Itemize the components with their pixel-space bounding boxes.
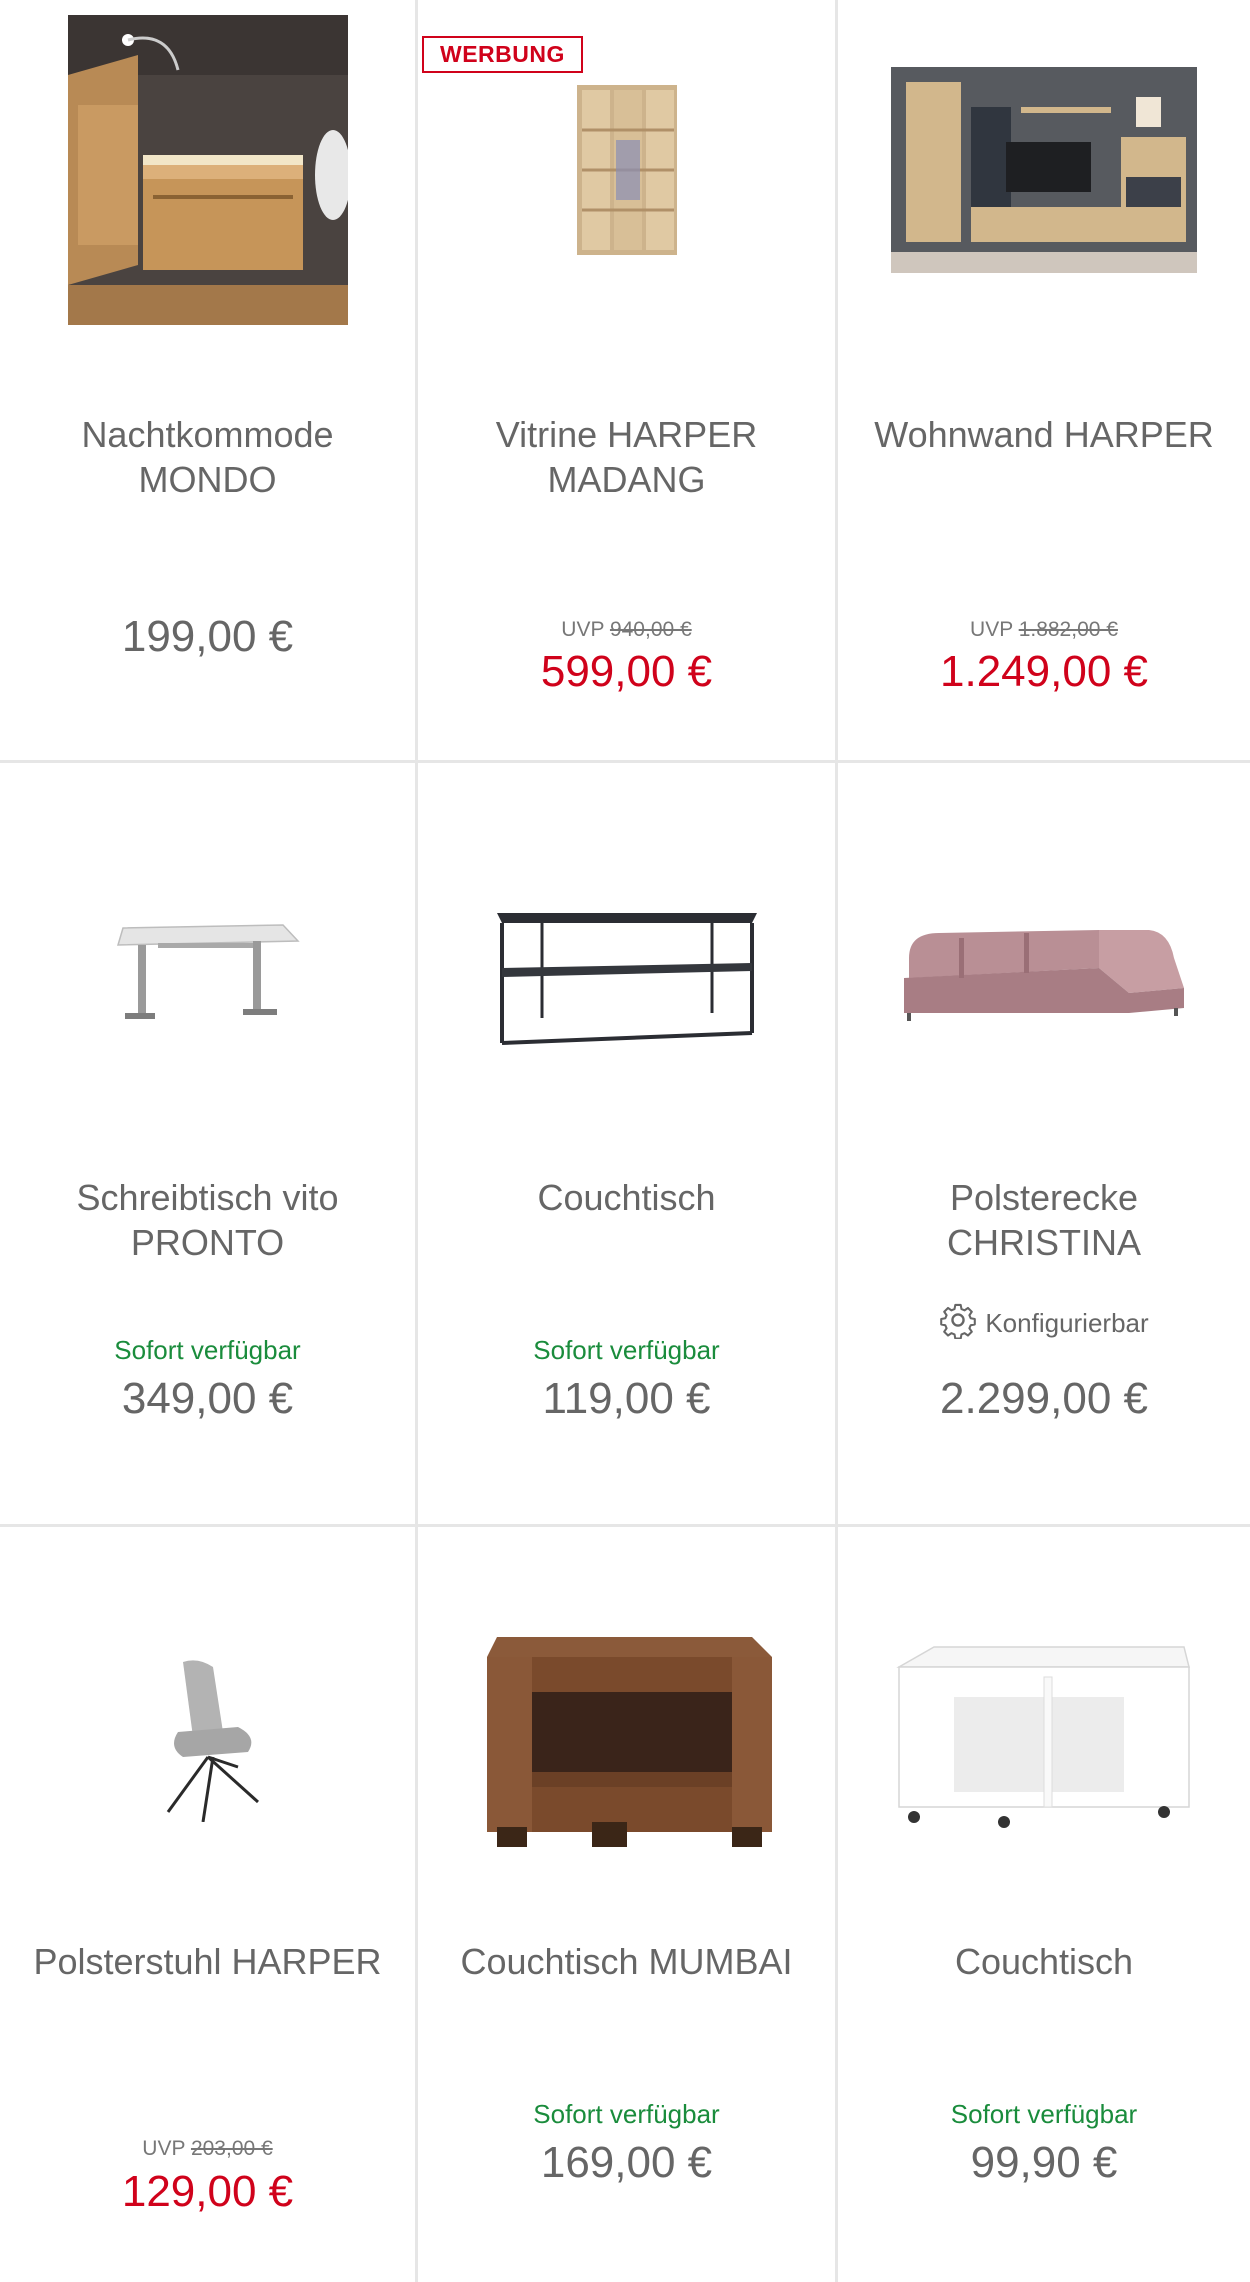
uvp-label: UVP <box>561 618 605 641</box>
coffee-table-image <box>496 913 757 1045</box>
product-price: 1.249,00 € <box>940 647 1148 696</box>
product-price: 129,00 € <box>121 2167 294 2216</box>
availability-status: Sofort verfügbar <box>533 2099 720 2129</box>
wall-unit-image <box>891 67 1197 273</box>
product-image[interactable] <box>0 0 415 340</box>
uvp-old-price: 203,00 € <box>190 2137 273 2160</box>
corner-sofa-image <box>904 930 1184 1021</box>
configurable-hint: Konfigurierbar <box>838 1301 1250 1346</box>
product-title[interactable]: Couchtisch MUMBAI <box>438 1939 815 1984</box>
product-price: 199,00 € <box>121 612 294 661</box>
product-image[interactable] <box>418 0 835 340</box>
nightstand-image <box>67 15 348 325</box>
product-image[interactable] <box>0 763 415 1183</box>
cabinet-image <box>576 85 677 255</box>
chair-image <box>166 1660 259 1822</box>
product-card-schreibtisch[interactable]: Schreibtisch vito PRONTO Sofort verfügba… <box>0 763 418 1527</box>
product-price: 99,90 € <box>970 2138 1118 2187</box>
availability-status: Sofort verfügbar <box>950 2099 1138 2129</box>
product-card-polsterecke[interactable]: Polsterecke CHRISTINA Konfigurierbar 2.2… <box>838 763 1250 1527</box>
product-price: 169,00 € <box>540 2138 713 2187</box>
product-image[interactable] <box>838 0 1250 340</box>
side-table-image <box>486 1637 772 1847</box>
uvp-old-price: 940,00 € <box>609 618 692 641</box>
product-image[interactable] <box>418 763 835 1183</box>
product-card-polsterstuhl[interactable]: Polsterstuhl HARPER UVP 203,00 € 129,00 … <box>0 1527 418 2282</box>
product-image[interactable] <box>838 1527 1250 1947</box>
product-grid: Nachtkommode MONDO 199,00 € WERBUNG Vitr… <box>0 0 1250 2282</box>
uvp-old-price: 1.882,00 € <box>1018 618 1118 641</box>
white-coffee-table-image <box>896 1646 1190 1828</box>
product-title[interactable]: Schreibtisch vito PRONTO <box>20 1175 395 1265</box>
product-title[interactable]: Polsterecke CHRISTINA <box>858 1175 1230 1265</box>
product-title[interactable]: Nachtkommode MONDO <box>20 412 395 502</box>
uvp-label: UVP <box>142 2137 186 2160</box>
product-price: 119,00 € <box>542 1374 711 1423</box>
product-image[interactable] <box>838 763 1250 1183</box>
desk-image <box>116 924 300 1019</box>
product-title[interactable]: Wohnwand HARPER <box>858 412 1230 457</box>
product-image[interactable] <box>418 1527 835 1947</box>
product-title[interactable]: Polsterstuhl HARPER <box>20 1939 395 1984</box>
uvp-price: UVP 203,00 € <box>0 2137 415 2161</box>
product-title[interactable]: Couchtisch <box>438 1175 815 1220</box>
product-card-couchtisch-mumbai[interactable]: Couchtisch MUMBAI Sofort verfügbar 169,0… <box>418 1527 838 2282</box>
availability-status: Sofort verfügbar <box>114 1335 301 1365</box>
product-card-nachtkommode[interactable]: Nachtkommode MONDO 199,00 € <box>0 0 418 763</box>
product-card-wohnwand-harper[interactable]: Wohnwand HARPER UVP 1.882,00 € 1.249,00 … <box>838 0 1250 763</box>
product-image[interactable] <box>0 1527 415 1947</box>
product-card-couchtisch-2[interactable]: Couchtisch Sofort verfügbar 99,90 € <box>838 1527 1250 2282</box>
uvp-price: UVP 940,00 € <box>418 618 835 642</box>
product-title[interactable]: Vitrine HARPER MADANG <box>438 412 815 502</box>
product-card-couchtisch-1[interactable]: Couchtisch Sofort verfügbar 119,00 € <box>418 763 838 1527</box>
product-price: 349,00 € <box>121 1374 294 1423</box>
product-price: 599,00 € <box>540 647 713 696</box>
product-price: 2.299,00 € <box>940 1374 1148 1423</box>
gear-icon <box>939 1301 977 1346</box>
configurable-label: Konfigurierbar <box>985 1308 1149 1338</box>
availability-status: Sofort verfügbar <box>533 1335 720 1365</box>
product-card-vitrine-harper[interactable]: WERBUNG Vitrine HARPER MADANG UVP 940,00… <box>418 0 838 763</box>
product-title[interactable]: Couchtisch <box>858 1939 1230 1984</box>
uvp-price: UVP 1.882,00 € <box>838 618 1250 642</box>
uvp-label: UVP <box>970 618 1013 641</box>
